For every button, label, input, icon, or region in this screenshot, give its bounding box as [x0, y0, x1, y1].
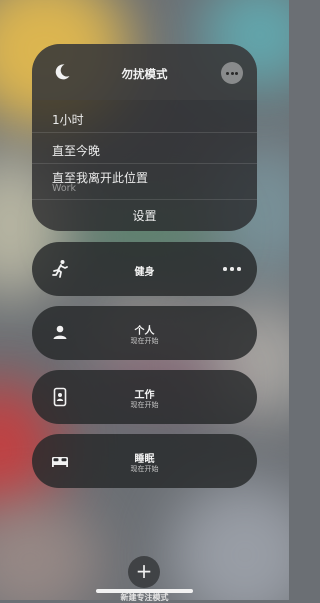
focus-fitness[interactable]: 健身	[32, 242, 257, 296]
focus-work[interactable]: 工作 现在开始	[32, 370, 257, 424]
do-not-disturb-card: 勿扰模式 1小时 直至今晚 直至我离开此位置 Work 设置	[32, 44, 257, 231]
focus-work-status: 现在开始	[130, 401, 159, 409]
home-indicator[interactable]	[96, 589, 193, 593]
dnd-option-1-hour[interactable]: 1小时	[52, 111, 84, 128]
dnd-more-button[interactable]	[221, 62, 243, 84]
divider	[32, 163, 257, 164]
dnd-settings-button[interactable]: 设置	[32, 207, 257, 224]
focus-sleep[interactable]: 睡眠 现在开始	[32, 434, 257, 488]
add-focus-button[interactable]: +	[128, 556, 160, 588]
add-focus-label: 新建专注模式	[120, 593, 169, 602]
focus-sleep-name: 睡眠	[134, 454, 155, 465]
divider	[32, 132, 257, 133]
focus-personal[interactable]: 个人 现在开始	[32, 306, 257, 360]
dnd-header[interactable]: 勿扰模式	[32, 44, 257, 100]
focus-personal-name: 个人	[134, 326, 155, 337]
focus-sleep-status: 现在开始	[130, 465, 159, 473]
divider	[32, 199, 257, 200]
focus-fitness-more-button[interactable]	[223, 266, 241, 272]
dnd-option-location-name: Work	[52, 183, 77, 194]
focus-personal-status: 现在开始	[130, 337, 159, 345]
dnd-option-until-tonight[interactable]: 直至今晚	[52, 142, 100, 159]
focus-work-name: 工作	[134, 390, 155, 401]
